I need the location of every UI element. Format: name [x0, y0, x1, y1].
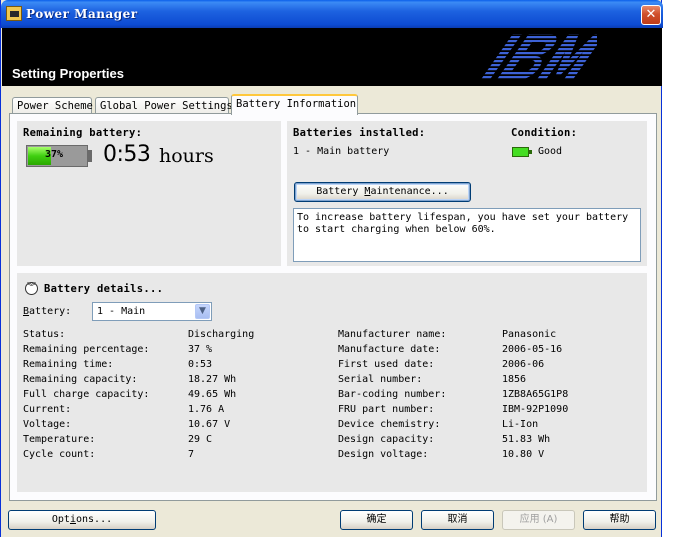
detail-value: Panasonic	[502, 329, 557, 340]
cancel-button[interactable]: 取消	[421, 510, 494, 530]
batteries-installed-label: Batteries installed:	[293, 127, 426, 139]
help-button[interactable]: 帮助	[583, 510, 656, 530]
battery-select-label: Battery:	[23, 306, 71, 317]
battery-good-icon	[512, 147, 529, 157]
detail-label: Device chemistry:	[338, 419, 441, 430]
options-label-prefix: Opt	[51, 514, 70, 525]
battery-details-title[interactable]: Battery details...	[44, 283, 163, 295]
panel-content: Remaining battery: 37% 0:53 hours Batter…	[0, 0, 700, 537]
collapse-chevron-icon[interactable]: ︾	[25, 282, 38, 295]
detail-label: Manufacturer name:	[338, 329, 447, 340]
detail-value: 1.76 A	[188, 404, 225, 415]
detail-value: 2006-06	[502, 359, 545, 370]
battery-maintenance-button[interactable]: Battery Maintenance...	[294, 182, 471, 202]
detail-value: Discharging	[188, 329, 255, 340]
detail-label: Full charge capacity:	[23, 389, 150, 400]
detail-label: Remaining capacity:	[23, 374, 138, 385]
battery-gauge-icon: 37%	[26, 145, 88, 167]
detail-label: Bar-coding number:	[338, 389, 447, 400]
detail-value: 37 %	[188, 344, 213, 355]
battery-good-icon-tip	[529, 150, 532, 154]
batteries-installed-value: 1 - Main battery	[293, 146, 390, 157]
detail-value: 2006-05-16	[502, 344, 563, 355]
detail-value: 1856	[502, 374, 527, 385]
condition-label: Condition:	[511, 127, 578, 139]
detail-value: 10.80 V	[502, 449, 545, 460]
ok-button[interactable]: 确定	[340, 510, 413, 530]
battery-percent-text: 37%	[45, 149, 64, 160]
detail-label: Temperature:	[23, 434, 96, 445]
detail-label: FRU part number:	[338, 404, 435, 415]
chevron-down-icon[interactable]: ▼	[195, 304, 210, 319]
detail-label: Remaining time:	[23, 359, 114, 370]
detail-value: 18.27 Wh	[188, 374, 237, 385]
battery-label-rest: attery:	[29, 306, 72, 317]
remaining-time-display: 0:53	[103, 142, 151, 167]
detail-label: Manufacture date:	[338, 344, 441, 355]
detail-label: Design voltage:	[338, 449, 429, 460]
detail-value: IBM-92P1090	[502, 404, 569, 415]
battery-select[interactable]: 1 - Main ▼	[92, 302, 212, 321]
detail-value: 1ZB8A65G1P8	[502, 389, 569, 400]
options-button[interactable]: Options...	[8, 510, 156, 530]
detail-label: Remaining percentage:	[23, 344, 150, 355]
apply-button[interactable]: 应用 (A)	[502, 510, 575, 530]
charge-threshold-info: To increase battery lifespan, you have s…	[293, 208, 641, 262]
detail-value: 7	[188, 449, 195, 460]
maintenance-label-suffix: aintenance...	[370, 186, 449, 197]
detail-value: 0:53	[188, 359, 213, 370]
detail-value: 51.83 Wh	[502, 434, 551, 445]
detail-label: Voltage:	[23, 419, 72, 430]
remaining-battery-label: Remaining battery:	[23, 127, 143, 139]
battery-gauge-tip	[88, 150, 92, 162]
remaining-time-unit: hours	[159, 145, 214, 167]
detail-label: Status:	[23, 329, 66, 340]
maintenance-label-prefix: Battery	[316, 186, 365, 197]
battery-select-value: 1 - Main	[97, 306, 146, 317]
detail-label: Current:	[23, 404, 72, 415]
detail-label: First used date:	[338, 359, 435, 370]
detail-value: 29 C	[188, 434, 213, 445]
detail-value: Li-Ion	[502, 419, 539, 430]
detail-label: Cycle count:	[23, 449, 96, 460]
detail-value: 49.65 Wh	[188, 389, 237, 400]
options-label-suffix: ons...	[75, 514, 113, 525]
detail-label: Design capacity:	[338, 434, 435, 445]
detail-label: Serial number:	[338, 374, 423, 385]
detail-value: 10.67 V	[188, 419, 231, 430]
condition-value: Good	[538, 146, 563, 157]
